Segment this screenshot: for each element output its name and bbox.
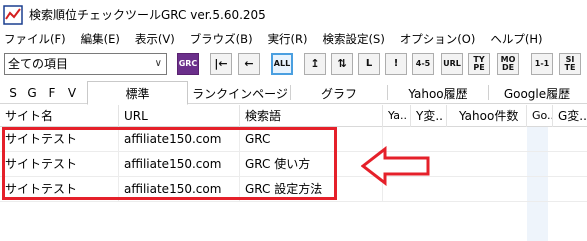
url-button[interactable]: URL [441, 53, 463, 75]
menu-edit[interactable]: 編集(E) [81, 31, 120, 47]
left-arrow-icon [361, 146, 430, 186]
menu-browse[interactable]: ブラウズ(B) [190, 31, 253, 47]
tab-graph[interactable]: グラフ [291, 82, 387, 104]
sort-up-icon: ↥ [310, 57, 320, 70]
sort-up-button[interactable]: ↥ [304, 53, 326, 75]
menu-bar: ファイル(F) 編集(E) 表示(V) ブラウズ(B) 実行(R) 検索設定(S… [0, 29, 587, 49]
tab-v[interactable]: V [65, 82, 79, 104]
column-header-site[interactable]: サイト名 [0, 105, 119, 127]
sort-updown-button[interactable]: ⇅ [331, 53, 353, 75]
tab-bar: S G F V 標準 ランクインページ グラフ Yahoo履歴 Google履歴 [0, 80, 587, 105]
type-button-label-bottom: PE [473, 63, 485, 72]
column-header-yahoo-change[interactable]: Y変.. [411, 105, 447, 127]
toolbar: 全ての項目 ∨ GRC |← ← ALL ↥ ⇅ L ! 4-5 URL TY … [0, 50, 587, 78]
l-button[interactable]: L [358, 53, 380, 75]
menu-view[interactable]: 表示(V) [135, 31, 175, 47]
column-header-google-change[interactable]: G変... [553, 105, 587, 127]
column-header-url[interactable]: URL [119, 105, 240, 127]
range-button-label: 4-5 [415, 59, 431, 68]
window-title: 検索順位チェックツールGRC ver.5.60.205 [29, 8, 266, 22]
column-header-google-rank[interactable]: Go.. [527, 105, 553, 127]
site-button[interactable]: SI TE [559, 53, 581, 75]
exclamation-icon: ! [393, 58, 399, 69]
menu-file[interactable]: ファイル(F) [4, 31, 66, 47]
column-header-yahoo-count[interactable]: Yahoo件数 [447, 105, 527, 127]
all-button-label: ALL [273, 59, 291, 68]
exclamation-button[interactable]: ! [385, 53, 407, 75]
grid-header: サイト名 URL 検索語 Ya.. Y変.. Yahoo件数 Go.. G変..… [0, 105, 587, 127]
sort-updown-icon: ⇅ [337, 57, 347, 70]
first-button[interactable]: |← [210, 53, 232, 75]
url-button-label: URL [443, 59, 461, 68]
tab-g[interactable]: G [25, 82, 39, 104]
tab-standard[interactable]: 標準 [87, 81, 188, 105]
l-button-label: L [365, 58, 373, 69]
menu-search-settings[interactable]: 検索設定(S) [323, 31, 385, 47]
title-bar: 検索順位チェックツールGRC ver.5.60.205 [0, 0, 587, 29]
filter-select-value: 全ての項目 [8, 57, 69, 71]
first-icon: |← [214, 57, 228, 70]
one-to-one-button[interactable]: 1-1 [531, 53, 553, 75]
chevron-down-icon: ∨ [154, 58, 162, 69]
menu-run[interactable]: 実行(R) [268, 31, 308, 47]
tab-f[interactable]: F [45, 82, 59, 104]
mode-button-label-bottom: DE [501, 63, 515, 72]
column-header-keyword[interactable]: 検索語 [240, 105, 383, 127]
all-button[interactable]: ALL [271, 53, 293, 75]
filter-select[interactable]: 全ての項目 ∨ [4, 53, 167, 75]
menu-help[interactable]: ヘルプ(H) [490, 31, 542, 47]
type-button[interactable]: TY PE [468, 53, 490, 75]
one-to-one-label: 1-1 [534, 59, 550, 68]
grc-button-label: GRC [178, 59, 198, 68]
app-logo-icon [3, 4, 23, 25]
grc-button[interactable]: GRC [177, 53, 199, 75]
tab-rankin-page[interactable]: ランクインページ [190, 82, 290, 104]
tab-google-history[interactable]: Google履歴 [489, 82, 585, 104]
column-header-yahoo-rank[interactable]: Ya.. [383, 105, 411, 127]
back-button[interactable]: ← [238, 53, 260, 75]
menu-options[interactable]: オプション(O) [400, 31, 476, 47]
tab-yahoo-history[interactable]: Yahoo履歴 [388, 82, 488, 104]
tab-s[interactable]: S [6, 82, 20, 104]
highlight-box [2, 127, 337, 200]
site-button-label-bottom: TE [564, 63, 576, 72]
mode-button[interactable]: MO DE [497, 53, 519, 75]
back-arrow-icon: ← [244, 57, 254, 70]
range-button[interactable]: 4-5 [412, 53, 434, 75]
